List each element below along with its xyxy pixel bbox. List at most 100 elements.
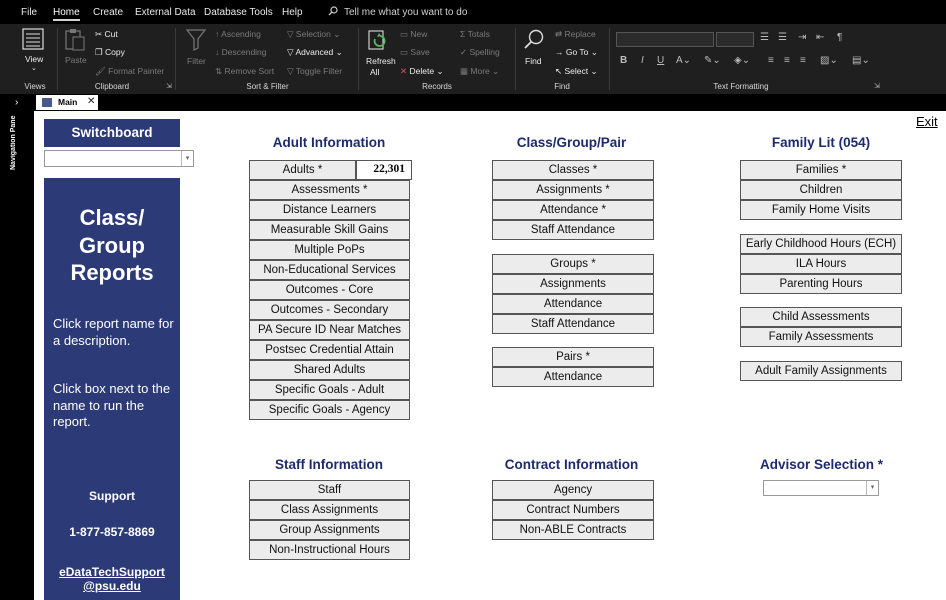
- select-button[interactable]: ↖ Select ⌄: [555, 66, 598, 77]
- fill-color-icon[interactable]: ◈⌄: [734, 55, 750, 66]
- agency-button[interactable]: Agency: [492, 480, 654, 500]
- family-assessments-button[interactable]: Family Assessments: [740, 327, 902, 347]
- distance-learners-button[interactable]: Distance Learners: [249, 200, 410, 220]
- goto-button[interactable]: → Go To ⌄: [555, 47, 598, 58]
- chevron-down-icon[interactable]: ▾: [866, 481, 878, 495]
- paragraph-direction-icon[interactable]: ¶: [837, 32, 842, 43]
- bullets-icon[interactable]: ☰: [760, 32, 769, 43]
- advanced-button[interactable]: ▽ Advanced ⌄: [287, 47, 343, 58]
- families-button[interactable]: Families *: [740, 160, 902, 180]
- classes-button[interactable]: Classes *: [492, 160, 654, 180]
- totals-button[interactable]: Σ Totals: [460, 29, 490, 39]
- numbering-icon[interactable]: ☰: [778, 32, 787, 43]
- paste-button[interactable]: Paste: [64, 28, 90, 65]
- family-home-visits-button[interactable]: Family Home Visits: [740, 200, 902, 220]
- class-attendance-button[interactable]: Attendance *: [492, 200, 654, 220]
- toggle-filter-label: Toggle Filter: [295, 66, 343, 76]
- support-email-link[interactable]: eDataTechSupport @psu.edu: [44, 565, 180, 593]
- indent-decrease-icon[interactable]: ⇤: [816, 32, 824, 43]
- menu-tab-home[interactable]: Home: [53, 7, 80, 21]
- exit-button[interactable]: Exit: [916, 114, 938, 129]
- toggle-filter-button[interactable]: ▽ Toggle Filter: [287, 66, 342, 77]
- tab-main[interactable]: Main ✕: [36, 95, 98, 110]
- group-staff-attendance-button[interactable]: Staff Attendance: [492, 314, 654, 334]
- indent-increase-icon[interactable]: ⇥: [798, 32, 806, 43]
- group-assignments-button[interactable]: Assignments: [492, 274, 654, 294]
- descending-button[interactable]: ↓ Descending: [215, 47, 267, 57]
- font-name-combo[interactable]: [616, 32, 714, 47]
- italic-button[interactable]: I: [641, 55, 644, 66]
- measurable-skill-gains-button[interactable]: Measurable Skill Gains: [249, 220, 410, 240]
- outcomes-core-button[interactable]: Outcomes - Core: [249, 280, 410, 300]
- close-icon[interactable]: ✕: [87, 96, 95, 107]
- bold-button[interactable]: B: [620, 55, 627, 66]
- dialog-launcher-icon[interactable]: ⇲: [874, 82, 880, 90]
- contract-numbers-button[interactable]: Contract Numbers: [492, 500, 654, 520]
- save-record-button[interactable]: ▭ Save: [400, 47, 430, 58]
- class-staff-attendance-button[interactable]: Staff Attendance: [492, 220, 654, 240]
- advisor-selection-combo[interactable]: ▾: [763, 480, 879, 496]
- filter-button[interactable]: Filter: [185, 28, 209, 66]
- ascending-button[interactable]: ↑ Ascending: [215, 29, 261, 39]
- pairs-button[interactable]: Pairs *: [492, 347, 654, 367]
- multiple-pops-button[interactable]: Multiple PoPs: [249, 240, 410, 260]
- assessments-button[interactable]: Assessments *: [249, 180, 410, 200]
- find-button[interactable]: Find: [523, 28, 547, 66]
- highlight-icon[interactable]: ✎⌄: [704, 55, 721, 66]
- underline-button[interactable]: U: [657, 55, 664, 66]
- refresh-all-button[interactable]: Refresh All: [366, 28, 396, 77]
- menu-tab-file[interactable]: File: [21, 7, 37, 18]
- ila-hours-button[interactable]: ILA Hours: [740, 254, 902, 274]
- replace-button[interactable]: ⇄ Replace: [555, 29, 596, 40]
- specific-goals-agency-button[interactable]: Specific Goals - Agency: [249, 400, 410, 420]
- staff-group-assignments-button[interactable]: Group Assignments: [249, 520, 410, 540]
- spelling-button[interactable]: ✓ Spelling: [460, 47, 500, 58]
- align-left-icon[interactable]: ≡: [768, 55, 774, 66]
- shared-adults-button[interactable]: Shared Adults: [249, 360, 410, 380]
- format-painter-button[interactable]: 🖌 Format Painter: [95, 66, 164, 77]
- menu-tab-create[interactable]: Create: [93, 7, 123, 18]
- staff-button[interactable]: Staff: [249, 480, 410, 500]
- non-educational-services-button[interactable]: Non-Educational Services: [249, 260, 410, 280]
- switchboard-combo[interactable]: ▾: [44, 150, 194, 167]
- more-button[interactable]: ▦ More ⌄: [460, 66, 499, 77]
- child-assessments-button[interactable]: Child Assessments: [740, 307, 902, 327]
- chevron-down-icon[interactable]: ▾: [181, 151, 193, 166]
- selection-button[interactable]: ▽ Selection ⌄: [287, 29, 340, 40]
- align-center-icon[interactable]: ≡: [784, 55, 790, 66]
- outcomes-secondary-button[interactable]: Outcomes - Secondary: [249, 300, 410, 320]
- alternate-row-color-icon[interactable]: ▤⌄: [852, 55, 870, 66]
- specific-goals-adult-button[interactable]: Specific Goals - Adult: [249, 380, 410, 400]
- parenting-hours-button[interactable]: Parenting Hours: [740, 274, 902, 294]
- children-button[interactable]: Children: [740, 180, 902, 200]
- pair-attendance-button[interactable]: Attendance: [492, 367, 654, 387]
- menu-tab-help[interactable]: Help: [282, 7, 303, 18]
- pa-secure-id-near-matches-button[interactable]: PA Secure ID Near Matches: [249, 320, 410, 340]
- early-childhood-hours-button[interactable]: Early Childhood Hours (ECH): [740, 234, 902, 254]
- new-record-button[interactable]: ▭ New: [400, 29, 427, 40]
- postsec-credential-attain-button[interactable]: Postsec Credential Attain: [249, 340, 410, 360]
- view-button[interactable]: View ⌄: [22, 28, 48, 72]
- navigation-pane[interactable]: › Navigation Pane: [0, 94, 34, 600]
- remove-sort-button[interactable]: ⇅ Remove Sort: [215, 66, 274, 77]
- dialog-launcher-icon[interactable]: ⇲: [166, 82, 172, 90]
- group-attendance-button[interactable]: Attendance: [492, 294, 654, 314]
- font-size-combo[interactable]: [716, 32, 754, 47]
- groups-button[interactable]: Groups *: [492, 254, 654, 274]
- adult-family-assignments-button[interactable]: Adult Family Assignments: [740, 361, 902, 381]
- adults-button[interactable]: Adults *: [249, 160, 356, 180]
- tell-me-search[interactable]: Tell me what you want to do: [328, 6, 467, 18]
- font-color-icon[interactable]: A⌄: [676, 55, 691, 66]
- copy-button[interactable]: ❐ Copy: [95, 47, 125, 58]
- chevron-right-icon[interactable]: ›: [15, 97, 18, 108]
- align-right-icon[interactable]: ≡: [800, 55, 806, 66]
- menu-tab-external-data[interactable]: External Data: [135, 7, 196, 18]
- non-able-contracts-button[interactable]: Non-ABLE Contracts: [492, 520, 654, 540]
- staff-class-assignments-button[interactable]: Class Assignments: [249, 500, 410, 520]
- non-instructional-hours-button[interactable]: Non-Instructional Hours: [249, 540, 410, 560]
- delete-record-button[interactable]: ✕ Delete ⌄: [400, 66, 444, 77]
- class-assignments-button[interactable]: Assignments *: [492, 180, 654, 200]
- gridlines-icon[interactable]: ▨⌄: [820, 55, 838, 66]
- cut-button[interactable]: ✂ Cut: [95, 29, 118, 40]
- menu-tab-database-tools[interactable]: Database Tools: [204, 7, 273, 18]
